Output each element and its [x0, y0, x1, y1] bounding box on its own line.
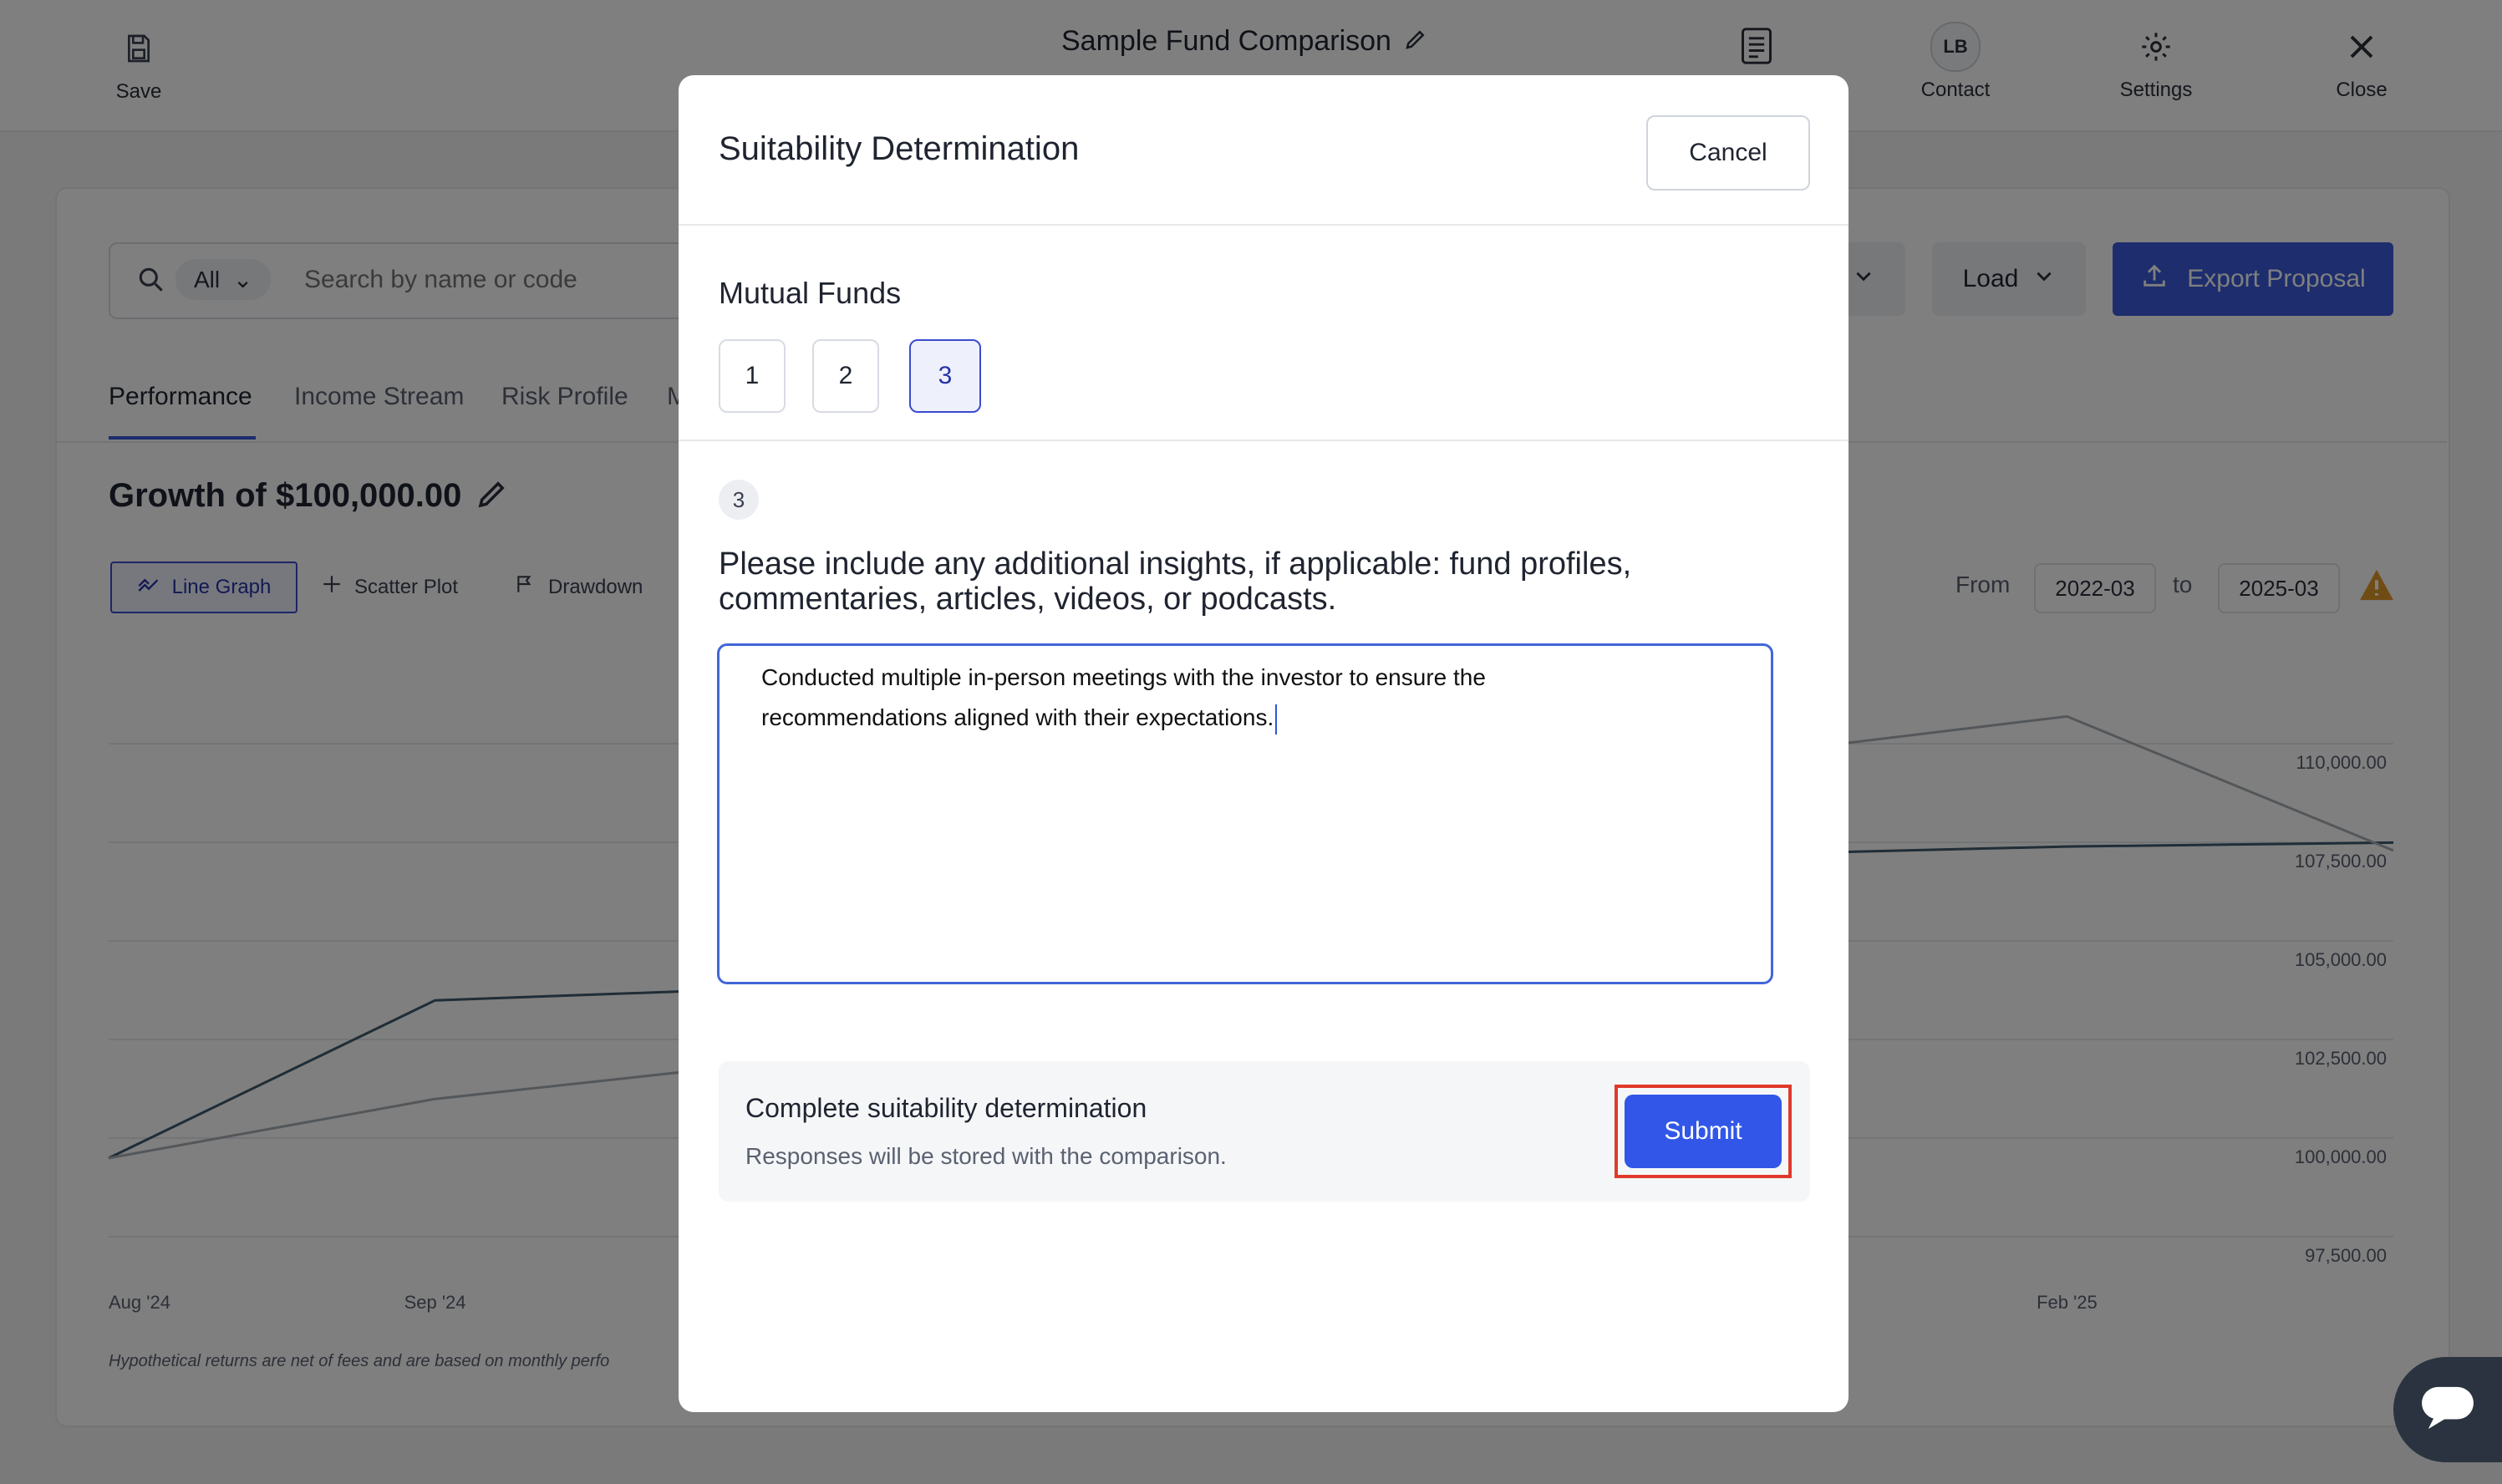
cancel-button[interactable]: Cancel — [1646, 115, 1810, 191]
insights-textarea-value: Conducted multiple in-person meetings wi… — [761, 658, 1630, 738]
chat-icon — [2418, 1384, 2477, 1436]
submit-section-title: Complete suitability determination — [745, 1093, 1147, 1123]
submit-button[interactable]: Submit — [1625, 1095, 1782, 1168]
step-2-button[interactable]: 2 — [812, 339, 879, 413]
question-number-badge: 3 — [719, 480, 759, 520]
modal-title: Suitability Determination — [719, 130, 1080, 167]
insights-textarea[interactable]: Conducted multiple in-person meetings wi… — [717, 643, 1773, 984]
section-label: Mutual Funds — [719, 276, 902, 310]
section-divider — [679, 440, 1849, 441]
header-divider — [679, 224, 1849, 226]
submit-section-subtitle: Responses will be stored with the compar… — [745, 1143, 1227, 1169]
step-1-button[interactable]: 1 — [719, 339, 786, 413]
submit-section: Complete suitability determination Respo… — [719, 1061, 1810, 1202]
chat-widget-button[interactable] — [2393, 1357, 2502, 1462]
step-3-button[interactable]: 3 — [909, 339, 981, 413]
insights-text: Conducted multiple in-person meetings wi… — [761, 664, 1486, 730]
text-cursor — [1275, 704, 1278, 734]
suitability-modal: Suitability Determination Cancel Mutual … — [679, 75, 1849, 1412]
question-text: Please include any additional insights, … — [719, 546, 1632, 617]
